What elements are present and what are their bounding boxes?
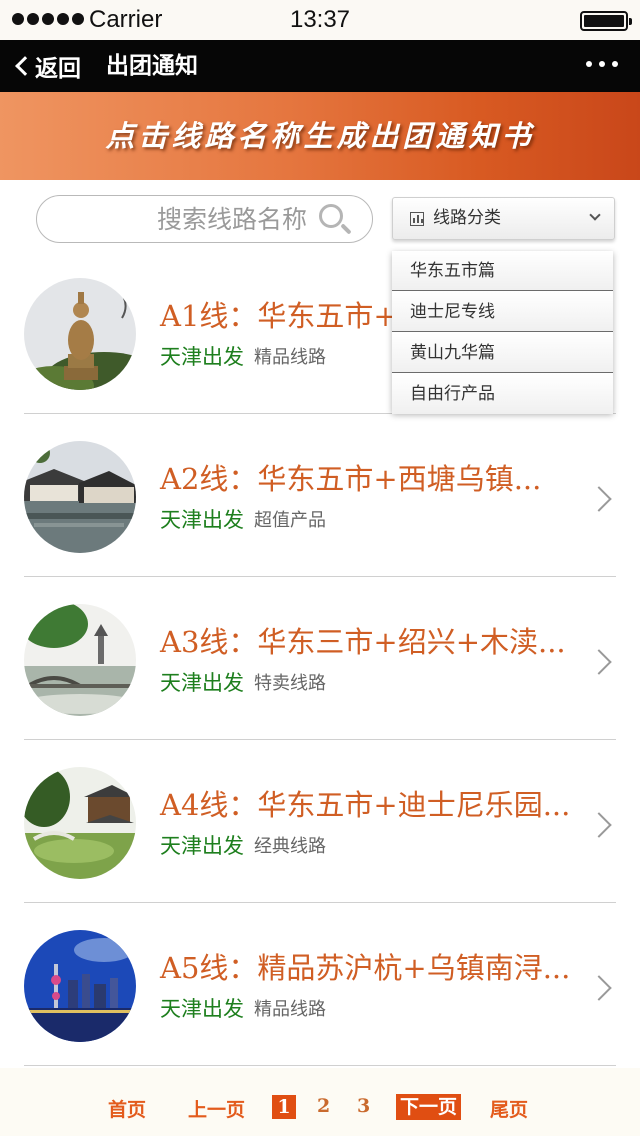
route-tag: 精品线路: [254, 999, 326, 1020]
category-dropdown-menu: 华东五市篇 迪士尼专线 黄山九华篇 自由行产品: [392, 251, 613, 414]
route-tag: 经典线路: [254, 836, 326, 857]
search-icon[interactable]: [319, 204, 353, 238]
category-label: 线路分类: [433, 208, 501, 228]
route-title[interactable]: A2线：华东五市+西塘乌镇...: [160, 456, 541, 498]
last-page-link[interactable]: 尾页: [490, 1095, 528, 1122]
pagination: 首页 上一页 1 2 3 下一页 尾页: [0, 1068, 640, 1136]
banner-text: 点击线路名称生成出团通知书: [105, 119, 535, 153]
back-label: 返回: [35, 56, 81, 82]
page-link-3[interactable]: 3: [357, 1095, 370, 1117]
prev-page-link[interactable]: 上一页: [188, 1095, 245, 1122]
route-item-a4[interactable]: A4线：华东五市+迪士尼乐园... 天津出发 经典线路: [24, 740, 616, 903]
route-title[interactable]: A3线：华东三市+绍兴+木渎...: [160, 619, 566, 661]
route-item-a5[interactable]: A5线：精品苏沪杭+乌镇南浔... 天津出发 精品线路: [24, 903, 616, 1066]
category-option[interactable]: 黄山九华篇: [392, 333, 613, 373]
route-tag: 超值产品: [254, 510, 326, 531]
route-origin: 天津出发: [160, 508, 244, 532]
page-link-2[interactable]: 2: [317, 1095, 330, 1117]
current-page: 1: [272, 1095, 296, 1119]
chevron-right-icon: [586, 649, 612, 675]
next-page-button[interactable]: 下一页: [396, 1094, 462, 1120]
status-time: 13:37: [289, 6, 351, 33]
route-title[interactable]: A4线：华东五市+迪士尼乐园...: [160, 782, 570, 824]
first-page-link[interactable]: 首页: [108, 1095, 146, 1122]
bar-chart-icon: [410, 212, 424, 226]
category-option[interactable]: 迪士尼专线: [392, 292, 613, 332]
battery-icon: [580, 11, 632, 31]
chevron-down-icon: [589, 209, 601, 221]
route-thumbnail: [24, 604, 136, 716]
route-origin: 天津出发: [160, 997, 244, 1021]
category-option[interactable]: 华东五市篇: [392, 251, 613, 291]
route-tag: 特卖线路: [254, 673, 326, 694]
category-option[interactable]: 自由行产品: [392, 374, 613, 414]
route-thumbnail: [24, 767, 136, 879]
route-title[interactable]: A5线：精品苏沪杭+乌镇南浔...: [160, 945, 570, 987]
page-title: 出团通知: [106, 53, 198, 79]
banner: 点击线路名称生成出团通知书: [0, 92, 640, 180]
search-input[interactable]: [37, 196, 307, 242]
search-box[interactable]: [36, 195, 373, 243]
more-options-icon[interactable]: [586, 61, 618, 67]
route-origin: 天津出发: [160, 345, 244, 369]
route-thumbnail: [24, 930, 136, 1042]
route-item-a3[interactable]: A3线：华东三市+绍兴+木渎... 天津出发 特卖线路: [24, 577, 616, 740]
route-thumbnail: [24, 278, 136, 390]
nav-bar: 返回 出团通知: [0, 40, 640, 92]
status-bar: Carrier 13:37: [0, 0, 640, 40]
category-select[interactable]: 线路分类: [392, 197, 615, 240]
chevron-left-icon: [15, 56, 35, 76]
route-item-a2[interactable]: A2线：华东五市+西塘乌镇... 天津出发 超值产品: [24, 414, 616, 577]
chevron-right-icon: [586, 812, 612, 838]
back-button[interactable]: 返回: [14, 40, 81, 92]
route-thumbnail: [24, 441, 136, 553]
route-tag: 精品线路: [254, 347, 326, 368]
chevron-right-icon: [586, 975, 612, 1001]
route-origin: 天津出发: [160, 671, 244, 695]
route-origin: 天津出发: [160, 834, 244, 858]
chevron-right-icon: [586, 486, 612, 512]
